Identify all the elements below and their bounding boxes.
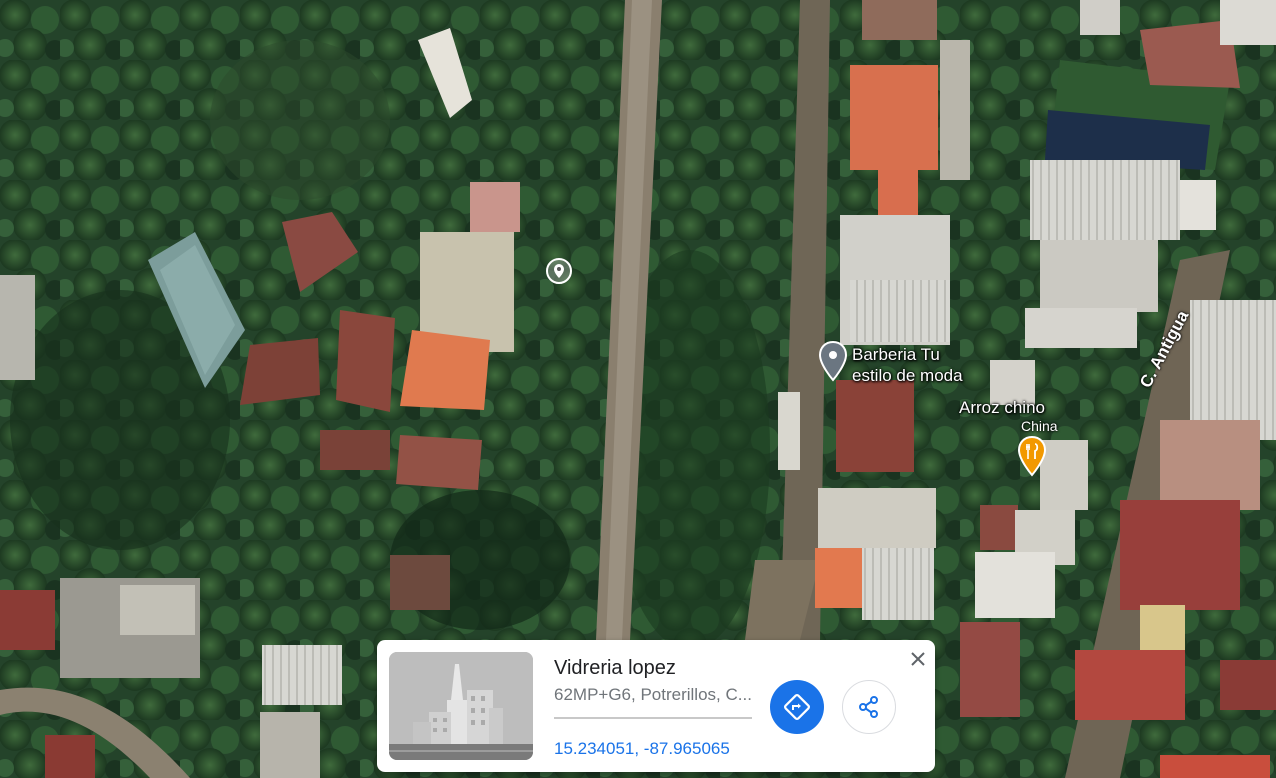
barberia-label-line1[interactable]: Barberia Tu	[852, 345, 940, 364]
barberia-label-line2[interactable]: estilo de moda	[852, 366, 963, 385]
place-coordinates[interactable]: 15.234051, -87.965065	[554, 739, 730, 759]
place-title: Vidreria lopez	[554, 657, 676, 679]
place-address: 62MP+G6, Potrerillos, C...	[554, 685, 752, 704]
directions-icon	[784, 694, 810, 720]
share-icon	[859, 696, 878, 718]
arroz-chino-category: China	[1021, 418, 1058, 434]
place-info-card: Vidreria lopez 62MP+G6, Potrerillos, C..…	[377, 640, 935, 772]
divider	[554, 717, 752, 719]
directions-button[interactable]	[770, 680, 824, 734]
arroz-chino-label[interactable]: Arroz chino	[959, 398, 1045, 417]
place-thumbnail[interactable]	[389, 652, 533, 760]
close-button[interactable]	[907, 648, 929, 670]
share-button[interactable]	[842, 680, 896, 734]
close-icon	[911, 652, 925, 666]
